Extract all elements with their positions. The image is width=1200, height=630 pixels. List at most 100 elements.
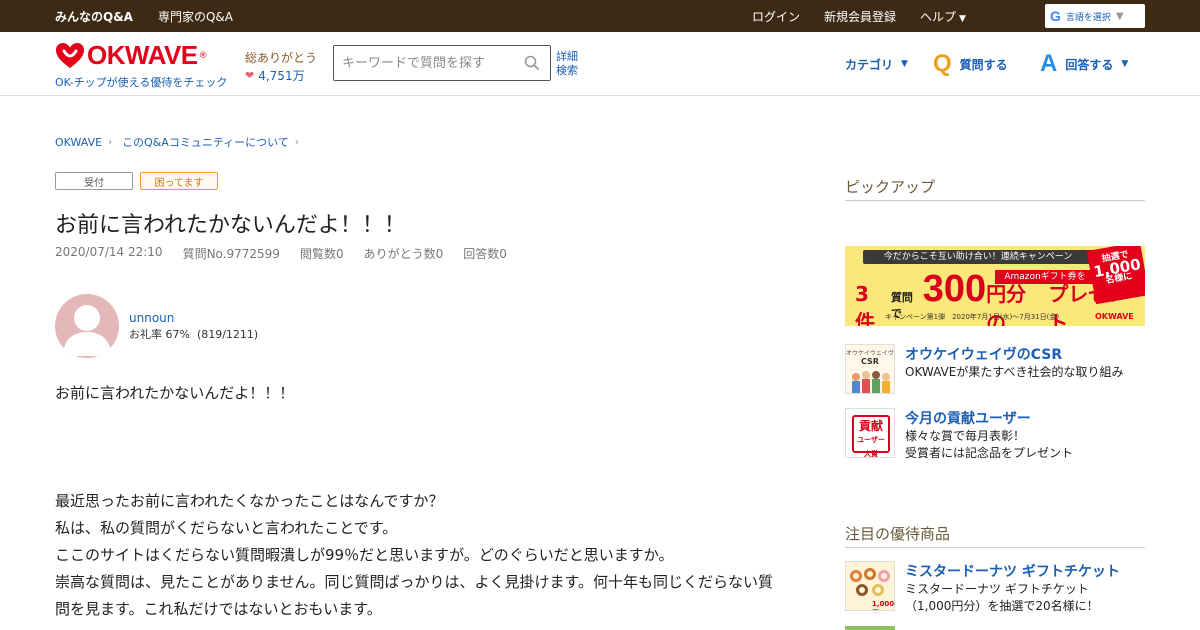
- chevron-right-icon: ›: [108, 136, 113, 148]
- tab-minna-qa[interactable]: みんなのQ&A: [55, 8, 133, 25]
- q-icon: Q: [933, 50, 952, 77]
- ask-label: 質問する: [959, 57, 1008, 72]
- banner-header: 今だからこそ互い助け合い！連続キャンペーン: [863, 250, 1093, 264]
- chevron-down-icon: ▼: [1121, 59, 1129, 69]
- contributor-badge-main: 貢献: [858, 419, 883, 433]
- chevron-down-icon: ▼: [959, 13, 966, 24]
- donut-thumb-price: 1,000円: [872, 600, 895, 610]
- login-link[interactable]: ログイン: [752, 8, 800, 25]
- featured-title: ミスタードーナツ ギフトチケット: [905, 564, 1120, 580]
- language-label: 言語を選択: [1065, 12, 1111, 23]
- search-box: [333, 45, 551, 81]
- logo-registered-mark: ®: [198, 50, 208, 61]
- tab-expert-qa[interactable]: 専門家のQ&A: [158, 8, 233, 25]
- csr-link[interactable]: オウケイウェイヴ CSR オウケイウェイヴのCSR OKWAVEが果たすべき社会…: [845, 344, 1145, 394]
- breadcrumb: OKWAVE › このQ&Aコミュニティーについて ›: [55, 134, 303, 150]
- question-body-first: お前に言われたかないんだよ！！！: [55, 384, 295, 402]
- answer-label: 回答する: [1065, 57, 1114, 72]
- category-menu[interactable]: カテゴリ ▼: [845, 32, 908, 96]
- featured-desc: ミスタードーナツ ギフトチケット （1,000円分）を抽選で20名様に！: [905, 581, 1145, 615]
- featured-desc-line: （1,000円分）を抽選で20名様に！: [905, 599, 1099, 613]
- campaign-banner[interactable]: 今だからこそ互い助け合い！連続キャンペーン 3件 質問で 300 円分の プレゼ…: [845, 246, 1145, 326]
- advanced-search-label-1: 詳細: [556, 50, 578, 63]
- contributor-badge: 貢献 ユーザー 大賞: [852, 415, 890, 457]
- next-item-thumbnail-edge: [845, 626, 895, 630]
- question-meta: 2020/07/14 22:10 質問No.9772599 閲覧数0 ありがとう…: [55, 245, 507, 262]
- donut-icon: [856, 584, 868, 596]
- pickup-heading: ピックアップ: [845, 176, 1145, 201]
- user-silhouette-icon: [63, 305, 111, 356]
- okwave-logo[interactable]: OKWAVE ®: [55, 40, 208, 71]
- question-title: お前に言われたかないんだよ！！！: [55, 213, 406, 238]
- answer-menu[interactable]: A 回答する ▼: [1040, 32, 1128, 96]
- okchip-link[interactable]: OK-チップが使える優待をチェック: [55, 74, 227, 90]
- register-link[interactable]: 新規会員登録: [824, 8, 896, 25]
- language-dropdown-arrow: ▼: [1115, 10, 1124, 22]
- search-icon[interactable]: [524, 55, 540, 71]
- thanks-count: ありがとう数0: [363, 247, 444, 261]
- category-label: カテゴリ: [845, 57, 894, 72]
- site-header: OKWAVE ® OK-チップが使える優待をチェック 総ありがとう ❤ 4,751…: [0, 32, 1200, 96]
- donut-icon: [850, 570, 862, 582]
- banner-amount: 300: [922, 268, 987, 310]
- featured-desc-line: ミスタードーナツ ギフトチケット: [905, 582, 1089, 596]
- logo-text: OKWAVE: [87, 40, 198, 70]
- status-badge-trouble: 困ってます: [140, 172, 218, 190]
- contributor-title: 今月の貢献ユーザー: [905, 411, 1031, 427]
- answer-count: 回答数0: [463, 247, 507, 261]
- total-thanks-label: 総ありがとう: [245, 51, 318, 65]
- banner-footer: キャンペーン第1弾 2020年7月1日(水)～7月31日(金): [885, 313, 1060, 321]
- banner-brand: OKWAVE: [1095, 312, 1134, 321]
- question-number: 質問No.9772599: [182, 247, 280, 261]
- banner-lottery-badge: 抽選で 1,000 名様に: [1086, 246, 1145, 305]
- breadcrumb-community[interactable]: このQ&Aコミュニティーについて: [122, 134, 289, 150]
- contributor-badge-sub: ユーザー: [857, 436, 885, 444]
- a-icon: A: [1040, 50, 1058, 77]
- advanced-search-label-2: 検索: [556, 64, 578, 77]
- donut-icon: [864, 568, 876, 580]
- top-bar: みんなのQ&A 専門家のQ&A ログイン 新規会員登録 ヘルプ ▼ G 言語を選択…: [0, 0, 1200, 32]
- banner-count: 3件: [855, 282, 875, 326]
- contributor-desc-line: 様々な賞で毎月表彰！: [905, 429, 1026, 443]
- contributor-desc: 様々な賞で毎月表彰！ 受賞者には記念品をプレゼント: [905, 428, 1145, 462]
- top-contributor-link[interactable]: 貢献 ユーザー 大賞 今月の貢献ユーザー 様々な賞で毎月表彰！ 受賞者には記念品…: [845, 408, 1145, 460]
- chevron-down-icon: ▼: [901, 59, 908, 69]
- featured-product-link[interactable]: 1,000円 ミスタードーナツ ギフトチケット ミスタードーナツ ギフトチケット…: [845, 561, 1145, 613]
- csr-thumbnail: オウケイウェイヴ CSR: [845, 344, 895, 394]
- heart-icon: ❤: [245, 69, 255, 82]
- question-date: 2020/07/14 22:10: [55, 245, 163, 259]
- advanced-search-link[interactable]: 詳細 検索: [556, 50, 578, 78]
- google-icon: G: [1050, 8, 1061, 24]
- status-badge-open: 受付: [55, 172, 133, 190]
- csr-desc: OKWAVEが果たすべき社会的な取り組み: [905, 365, 1124, 379]
- banner-amazon: Amazonギフト券を: [995, 270, 1095, 284]
- total-thanks: 総ありがとう ❤ 4,751万: [245, 49, 317, 84]
- chevron-right-icon: ›: [294, 136, 299, 148]
- contributor-desc-line: 受賞者には記念品をプレゼント: [905, 446, 1074, 460]
- breadcrumb-home[interactable]: OKWAVE: [55, 136, 102, 149]
- donut-thumbnail: 1,000円: [845, 561, 895, 611]
- search-input[interactable]: [334, 46, 514, 80]
- question-body: 最近思ったお前に言われたくなかったことはなんですか？ 私は、私の質問がくだらない…: [55, 488, 785, 623]
- user-name-link[interactable]: unnoun: [129, 311, 174, 325]
- body-line: ここのサイトはくだらない質問暇潰しが99％だと思いますが。どのぐらいだと思います…: [55, 546, 674, 564]
- people-illustration-icon: [852, 371, 890, 393]
- body-line: 崇高な質問は、見たことがありません。同じ質問ばっかりは、よく見掛けます。何十年も…: [55, 573, 774, 618]
- donut-icon: [878, 570, 890, 582]
- donut-icon: [872, 584, 884, 596]
- user-thanks-rate: お礼率 67% (819/1211): [129, 328, 259, 341]
- featured-heading: 注目の優待商品: [845, 523, 1145, 548]
- heart-logo-icon: [56, 42, 84, 68]
- body-line: 私は、私の質問がくだらないと言われたことです。: [55, 519, 398, 537]
- contributor-thumbnail: 貢献 ユーザー 大賞: [845, 408, 895, 458]
- language-selector[interactable]: G 言語を選択 ▼: [1045, 4, 1145, 28]
- body-line: 最近思ったお前に言われたくなかったことはなんですか？: [55, 492, 444, 510]
- total-thanks-count: 4,751万: [258, 69, 305, 83]
- avatar[interactable]: [55, 294, 119, 358]
- contributor-badge-small: 大賞: [864, 450, 878, 458]
- view-count: 閲覧数0: [299, 247, 344, 261]
- help-menu[interactable]: ヘルプ ▼: [920, 8, 966, 25]
- help-label: ヘルプ: [920, 9, 957, 24]
- csr-title: オウケイウェイヴのCSR: [905, 347, 1063, 363]
- ask-question-button[interactable]: Q 質問する: [933, 32, 1008, 96]
